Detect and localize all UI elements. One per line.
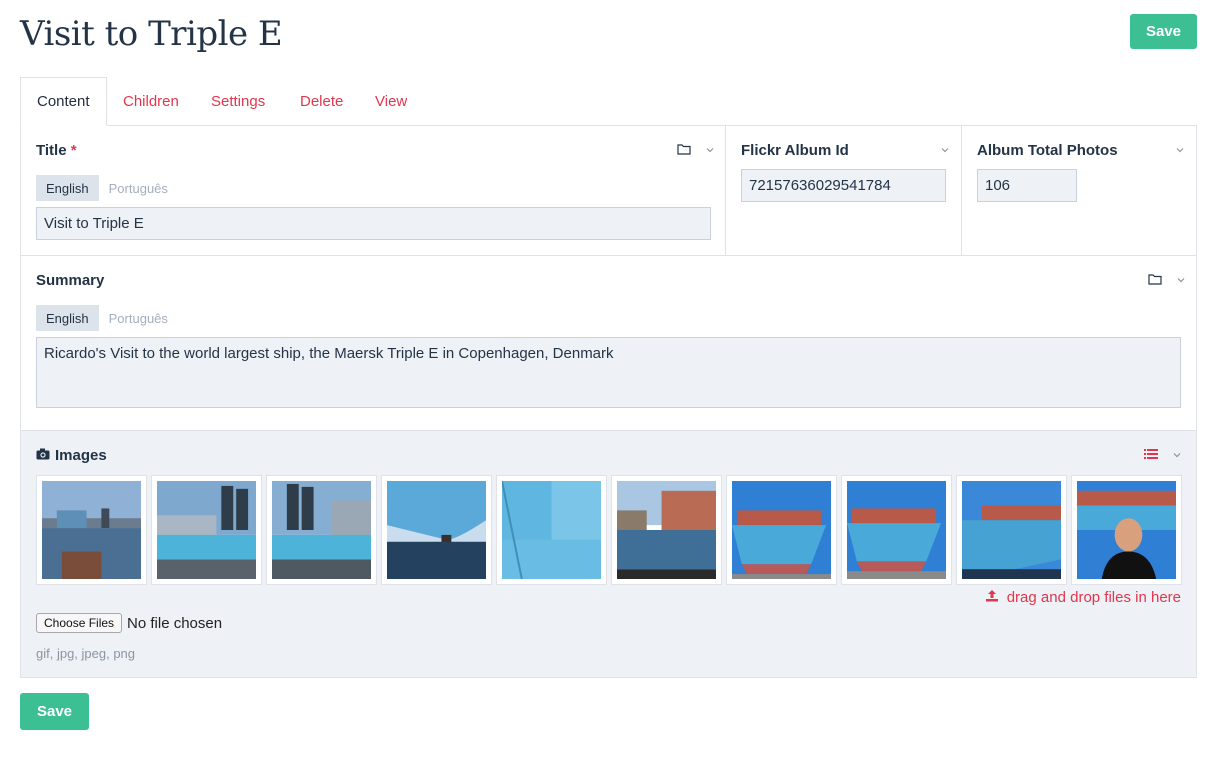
chevron-down-icon[interactable] [705,142,715,158]
image-thumbnail[interactable] [841,475,952,585]
image-thumbnail[interactable] [266,475,377,585]
no-file-text: No file chosen [127,614,223,632]
album-total-input[interactable]: 106 [977,169,1077,202]
required-mark: * [70,142,77,159]
allowed-extensions: gif, jpg, jpeg, png [36,646,136,661]
lang-tab-portuguese[interactable]: Português [99,175,178,201]
album-total-field: Album Total Photos 106 [962,126,1196,256]
canal-photo [617,481,716,579]
flickr-album-input[interactable]: 72157636029541784 [741,169,946,202]
image-thumbnail[interactable] [1071,475,1182,585]
image-thumbnail[interactable] [956,475,1067,585]
summary-field: Summary English Português Ricardo's Visi… [21,256,1196,431]
save-button-top[interactable]: Save [1130,14,1197,49]
chevron-down-icon[interactable] [1172,447,1182,463]
images-field: Images drag and drop files in here Choos… [21,431,1196,677]
lang-tab-english[interactable]: English [36,305,99,331]
ship-bow-photo [847,481,946,579]
image-thumbnail[interactable] [151,475,262,585]
flickr-album-label: Flickr Album Id [741,142,849,159]
ship-dock-photo [157,481,256,579]
image-thumbnail[interactable] [726,475,837,585]
summary-label: Summary [36,272,105,289]
image-thumbnail[interactable] [36,475,147,585]
lang-tab-english[interactable]: English [36,175,99,201]
ship-bow-photo [962,481,1061,579]
tab-children[interactable]: Children [123,77,179,126]
choose-files-button[interactable]: Choose Files [36,613,123,633]
lang-tab-portuguese[interactable]: Português [99,305,178,331]
save-button-bottom[interactable]: Save [20,693,89,730]
folder-icon[interactable] [677,142,691,158]
ship-deck-photo [502,481,601,579]
chevron-down-icon[interactable] [1175,142,1185,158]
content-panel: Title * English Português Visit to Tripl… [20,125,1197,678]
summary-textarea[interactable]: Ricardo's Visit to the world largest shi… [36,337,1181,408]
upload-icon [985,589,999,606]
camera-icon [36,447,50,464]
tab-delete[interactable]: Delete [300,77,343,126]
chevron-down-icon[interactable] [1176,272,1186,288]
ship-hull-photo [387,481,486,579]
list-view-icon[interactable] [1144,447,1158,463]
person-ship-photo [1077,481,1176,579]
image-thumbnails [36,475,1182,585]
harbor-photo [42,481,141,579]
image-thumbnail[interactable] [496,475,607,585]
title-label: Title * [36,142,77,159]
flickr-album-field: Flickr Album Id 72157636029541784 [726,126,962,256]
tab-bar: Content Children Settings Delete View [20,77,1197,126]
image-thumbnail[interactable] [381,475,492,585]
images-label: Images [36,447,107,464]
album-total-label: Album Total Photos [977,142,1118,159]
folder-icon[interactable] [1148,272,1162,288]
drag-drop-zone[interactable]: drag and drop files in here [985,589,1181,606]
tab-content[interactable]: Content [20,77,107,126]
page-title: Visit to Triple E [20,14,283,54]
title-input[interactable]: Visit to Triple E [36,207,711,240]
tab-view[interactable]: View [375,77,407,126]
file-input: Choose Files No file chosen [36,613,222,633]
image-thumbnail[interactable] [611,475,722,585]
ship-bow-photo [732,481,831,579]
chevron-down-icon[interactable] [940,142,950,158]
tab-settings[interactable]: Settings [211,77,265,126]
ship-dock-photo [272,481,371,579]
title-field: Title * English Português Visit to Tripl… [21,126,726,256]
